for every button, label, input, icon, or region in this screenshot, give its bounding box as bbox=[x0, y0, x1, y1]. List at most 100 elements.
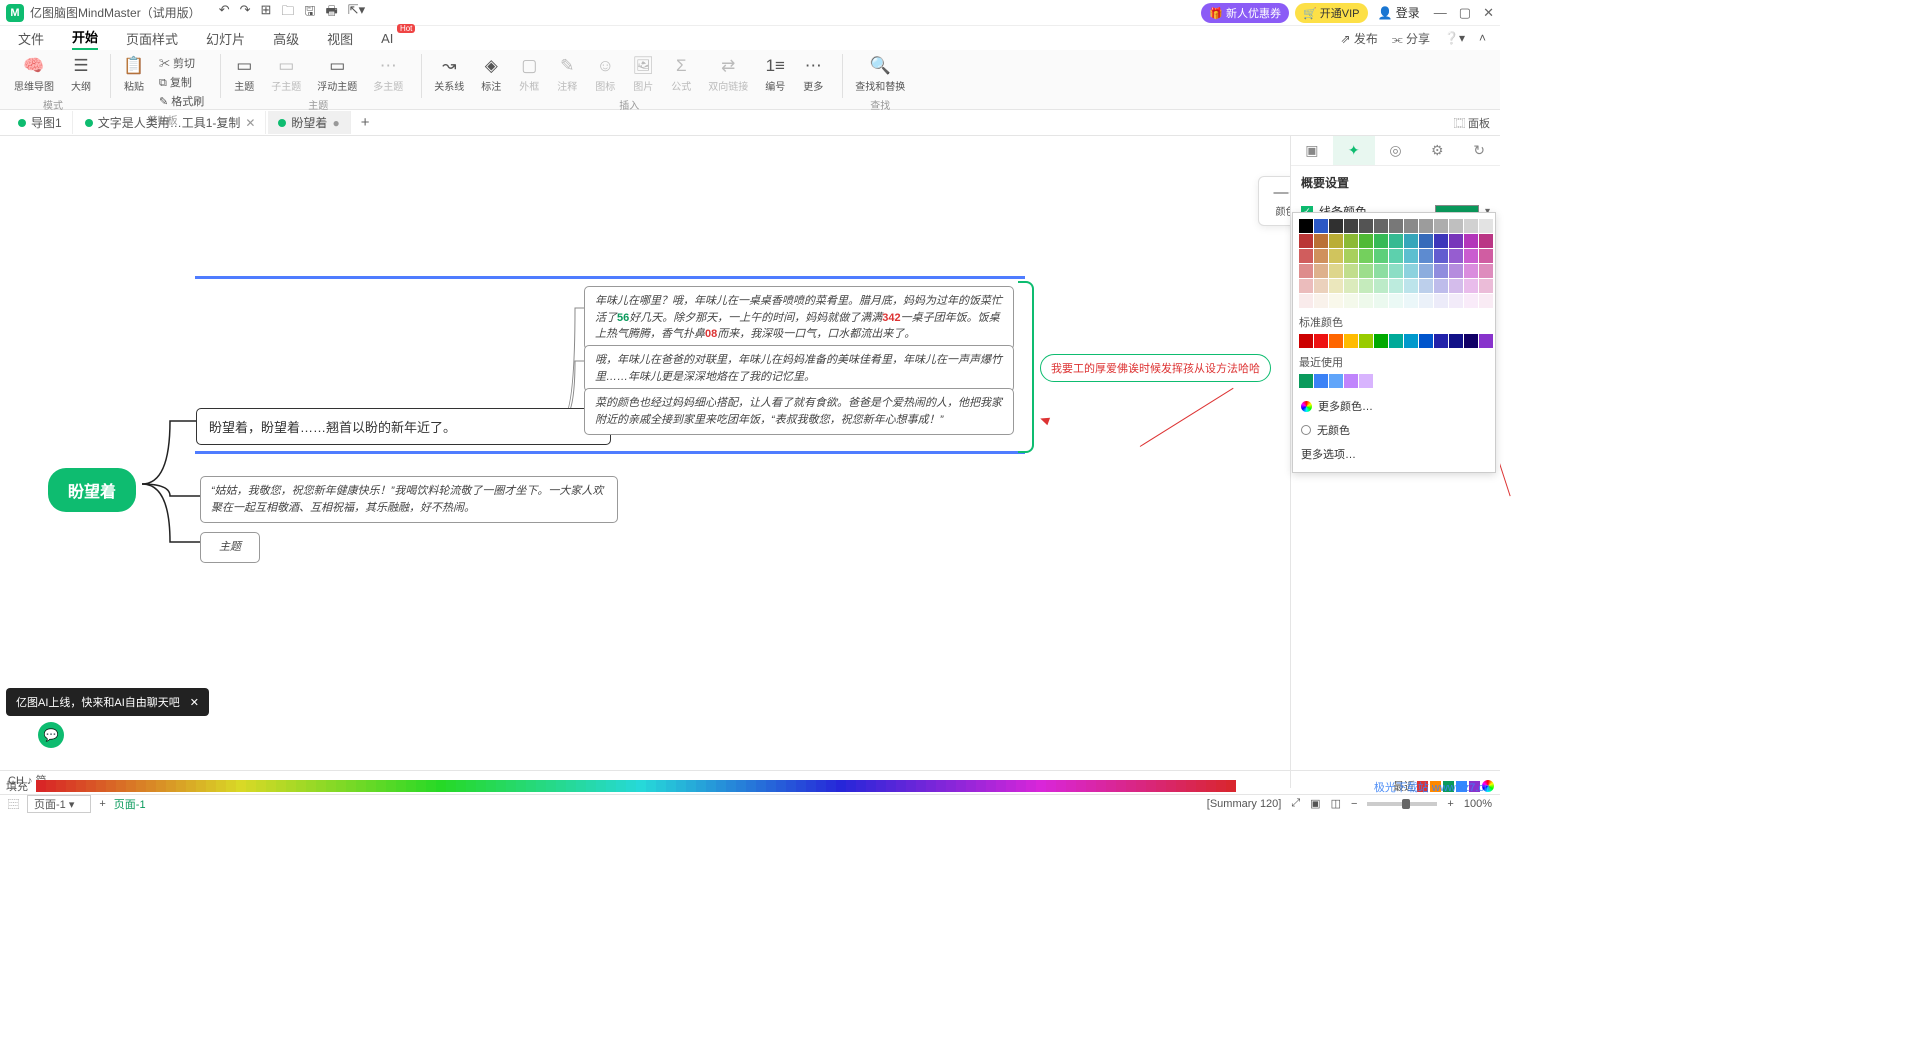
color-swatch[interactable] bbox=[1389, 264, 1403, 278]
color-swatch[interactable] bbox=[1216, 780, 1226, 792]
color-swatch[interactable] bbox=[1196, 780, 1206, 792]
color-swatch[interactable] bbox=[656, 780, 666, 792]
vip-badge[interactable]: 🛒 开通VIP bbox=[1295, 3, 1367, 23]
doc-tab-2[interactable]: 文字是人类用…工具1-复制✕ bbox=[75, 111, 267, 134]
color-swatch[interactable] bbox=[1359, 249, 1373, 263]
color-swatch[interactable] bbox=[506, 780, 516, 792]
color-swatch[interactable] bbox=[1314, 279, 1328, 293]
new-icon[interactable]: ⊞ bbox=[261, 2, 272, 24]
format-painter-button[interactable]: ✎ 格式刷 bbox=[155, 92, 208, 110]
color-swatch[interactable] bbox=[356, 780, 366, 792]
open-icon[interactable]: 🗀 bbox=[281, 2, 294, 24]
color-swatch[interactable] bbox=[1329, 334, 1343, 348]
color-swatch[interactable] bbox=[56, 780, 66, 792]
sp-tab-history-icon[interactable]: ↻ bbox=[1458, 136, 1500, 165]
color-swatch[interactable] bbox=[1299, 264, 1313, 278]
color-swatch[interactable] bbox=[1106, 780, 1116, 792]
page-selector[interactable]: 页面-1 ▾ bbox=[27, 795, 91, 813]
color-swatch[interactable] bbox=[1329, 264, 1343, 278]
more-options-button[interactable]: 更多选项… bbox=[1299, 442, 1489, 466]
panel-toggle-button[interactable]: ⿴ 面板 bbox=[1454, 115, 1490, 131]
tab-slides[interactable]: 幻灯片 bbox=[206, 29, 245, 48]
color-swatch[interactable] bbox=[776, 780, 786, 792]
color-swatch[interactable] bbox=[1434, 234, 1448, 248]
color-swatch[interactable] bbox=[1299, 294, 1313, 308]
subtopic-5[interactable]: 主题 bbox=[200, 532, 260, 563]
add-page-button[interactable]: + bbox=[99, 798, 105, 810]
image-button[interactable]: 🖼图片 bbox=[626, 54, 660, 95]
color-swatch[interactable] bbox=[1126, 780, 1136, 792]
mindmap-mode-button[interactable]: 🧠思维导图 bbox=[8, 54, 60, 95]
maximize-icon[interactable]: ▢ bbox=[1459, 5, 1471, 21]
collapse-ribbon-icon[interactable]: ˄ bbox=[1479, 31, 1486, 45]
subtopic-button[interactable]: ▭子主题 bbox=[265, 54, 307, 95]
color-swatch[interactable] bbox=[1116, 780, 1126, 792]
color-swatch[interactable] bbox=[1374, 294, 1388, 308]
color-swatch[interactable] bbox=[676, 780, 686, 792]
color-swatch[interactable] bbox=[1434, 294, 1448, 308]
color-swatch[interactable] bbox=[176, 780, 186, 792]
color-swatch[interactable] bbox=[1086, 780, 1096, 792]
color-swatch[interactable] bbox=[1329, 219, 1343, 233]
undo-icon[interactable]: ↶ bbox=[219, 2, 230, 24]
color-swatch[interactable] bbox=[1419, 334, 1433, 348]
redo-icon[interactable]: ↷ bbox=[240, 2, 251, 24]
color-swatch[interactable] bbox=[346, 780, 356, 792]
color-swatch[interactable] bbox=[236, 780, 246, 792]
color-swatch[interactable] bbox=[876, 780, 886, 792]
color-swatch[interactable] bbox=[1096, 780, 1106, 792]
color-swatch[interactable] bbox=[336, 780, 346, 792]
tab-start[interactable]: 开始 bbox=[72, 27, 98, 50]
iconlib-button[interactable]: ☺图标 bbox=[588, 54, 622, 95]
color-swatch[interactable] bbox=[96, 780, 106, 792]
color-swatch[interactable] bbox=[136, 780, 146, 792]
color-swatch[interactable] bbox=[1314, 334, 1328, 348]
color-swatch[interactable] bbox=[1479, 249, 1493, 263]
zoom-level[interactable]: 100% bbox=[1464, 798, 1492, 810]
summary-brace[interactable] bbox=[1018, 281, 1034, 453]
tab-view[interactable]: 视图 bbox=[327, 29, 353, 48]
color-swatch[interactable] bbox=[856, 780, 866, 792]
color-swatch[interactable] bbox=[1464, 294, 1478, 308]
color-swatch[interactable] bbox=[1016, 780, 1026, 792]
add-tab-button[interactable]: + bbox=[353, 114, 378, 131]
color-swatch[interactable] bbox=[166, 780, 176, 792]
subtopic-4[interactable]: “姑姑，我敬您，祝您新年健康快乐！”我喝饮料轮流敬了一圈才坐下。一大家人欢聚在一… bbox=[200, 476, 618, 523]
zoom-slider[interactable] bbox=[1367, 802, 1437, 806]
color-swatch[interactable] bbox=[1449, 279, 1463, 293]
numbering-button[interactable]: 1≡编号 bbox=[758, 54, 792, 95]
save-icon[interactable]: 🖫 bbox=[304, 2, 315, 24]
color-swatch[interactable] bbox=[1374, 249, 1388, 263]
color-swatch[interactable] bbox=[1359, 334, 1373, 348]
color-swatch[interactable] bbox=[1329, 374, 1343, 388]
color-swatch[interactable] bbox=[1464, 234, 1478, 248]
color-swatch[interactable] bbox=[1419, 294, 1433, 308]
color-swatch[interactable] bbox=[326, 780, 336, 792]
find-replace-button[interactable]: 🔍查找和替换 bbox=[849, 54, 911, 95]
color-swatch[interactable] bbox=[1359, 374, 1373, 388]
color-swatch[interactable] bbox=[546, 780, 556, 792]
color-swatch[interactable] bbox=[1046, 780, 1056, 792]
color-swatch[interactable] bbox=[1479, 334, 1493, 348]
color-swatch[interactable] bbox=[1329, 279, 1343, 293]
color-swatch[interactable] bbox=[1374, 279, 1388, 293]
color-swatch[interactable] bbox=[1066, 780, 1076, 792]
formula-button[interactable]: Σ公式 bbox=[664, 54, 698, 95]
color-swatch[interactable] bbox=[516, 780, 526, 792]
root-topic[interactable]: 盼望着 bbox=[48, 468, 136, 512]
color-swatch[interactable] bbox=[556, 780, 566, 792]
color-swatch[interactable] bbox=[366, 780, 376, 792]
color-swatch[interactable] bbox=[1464, 219, 1478, 233]
color-swatch[interactable] bbox=[1076, 780, 1086, 792]
color-swatch[interactable] bbox=[966, 780, 976, 792]
color-swatch[interactable] bbox=[1314, 264, 1328, 278]
subtopic-3[interactable]: 菜的颜色也经过妈妈细心搭配，让人看了就有食欲。爸爸是个爱热闹的人，他把我家附近的… bbox=[584, 388, 1014, 435]
sp-tab-style-icon[interactable]: ✦ bbox=[1333, 136, 1375, 165]
color-swatch[interactable] bbox=[1404, 294, 1418, 308]
color-swatch[interactable] bbox=[1299, 334, 1313, 348]
color-swatch[interactable] bbox=[1419, 249, 1433, 263]
color-swatch[interactable] bbox=[1479, 279, 1493, 293]
color-swatch[interactable] bbox=[786, 780, 796, 792]
color-swatch[interactable] bbox=[1479, 234, 1493, 248]
color-swatch[interactable] bbox=[256, 780, 266, 792]
